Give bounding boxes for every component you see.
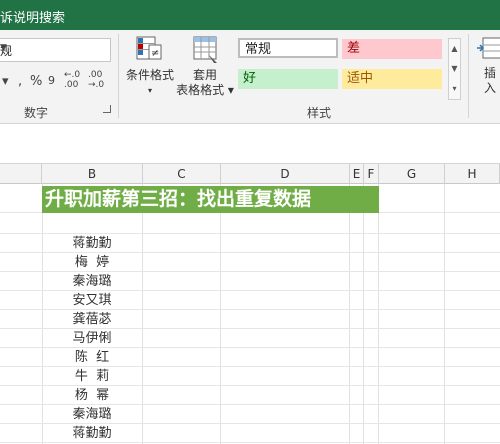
cell-name[interactable]: 秦海璐	[42, 405, 142, 424]
percent-button[interactable]: %	[30, 74, 42, 89]
gridline	[349, 184, 350, 444]
format-as-table-label-2: 表格格式 ▾	[176, 83, 234, 97]
currency-dropdown-icon[interactable]: ▾	[2, 74, 9, 89]
style-good[interactable]: 好	[238, 69, 338, 89]
chevron-down-icon: ▾	[147, 86, 152, 95]
gallery-more-icon[interactable]: ▾	[449, 79, 460, 99]
conditional-formatting-label: 条件格式	[125, 68, 174, 82]
cell-name[interactable]: 马伊俐	[42, 329, 142, 348]
column-header-c[interactable]: C	[143, 164, 221, 184]
gridline	[378, 184, 379, 444]
cell-name[interactable]: 秦海璐	[42, 272, 142, 291]
ribbon: 规 ▼ ▾ , % 9 ←.0 .00 .00 →.0 数字 ≠ 条件格式 ▾	[0, 30, 500, 124]
style-neutral[interactable]: 适中	[342, 69, 442, 89]
tell-me-search[interactable]: 诉说明搜索	[0, 7, 65, 26]
cell-name[interactable]: 龚蓓苾	[42, 310, 142, 329]
comma-style-button[interactable]: ,	[18, 74, 22, 89]
column-header-h[interactable]: H	[445, 164, 500, 184]
gridline	[363, 184, 364, 444]
scroll-down-icon[interactable]: ▼	[449, 59, 460, 79]
chevron-down-icon[interactable]: ▼	[0, 43, 107, 53]
comma-button[interactable]: 9	[48, 74, 55, 87]
styles-gallery-scroll[interactable]: ▲ ▼ ▾	[448, 38, 461, 100]
dialog-launcher-icon[interactable]	[103, 105, 111, 113]
column-header-f[interactable]: F	[364, 164, 379, 184]
number-format-dropdown[interactable]: 规 ▼	[0, 38, 111, 62]
title-banner: 升职加薪第三招：找出重复数据	[42, 186, 379, 213]
title-bar: 诉说明搜索	[0, 0, 500, 30]
column-header-d[interactable]: D	[221, 164, 350, 184]
column-headers: B C D E F G H	[0, 164, 500, 184]
cell-name[interactable]: 陈 红	[42, 348, 142, 367]
style-normal-label: 常规	[245, 42, 272, 57]
column-header-e[interactable]: E	[350, 164, 364, 184]
style-good-label: 好	[243, 71, 257, 86]
cell-name[interactable]: 杨 幂	[42, 386, 142, 405]
divider	[468, 34, 469, 118]
gridline	[142, 184, 143, 444]
cell-name[interactable]: 牛 莉	[42, 367, 142, 386]
cell-name[interactable]: 蒋勤勤	[42, 234, 142, 253]
insert-cells-button[interactable]: 插入	[474, 34, 500, 98]
insert-label: 插入	[484, 66, 497, 95]
insert-cells-icon	[477, 37, 500, 59]
style-neutral-label: 适中	[347, 71, 374, 86]
cell-name[interactable]: 蒋勤勤	[42, 424, 142, 443]
gridline	[444, 184, 445, 444]
gridline	[220, 184, 221, 444]
column-header-g[interactable]: G	[379, 164, 445, 184]
conditional-formatting-button[interactable]: ≠ 条件格式 ▾	[122, 34, 178, 98]
divider	[118, 34, 119, 118]
cell-name[interactable]: 梅 婷	[42, 253, 142, 272]
scroll-up-icon[interactable]: ▲	[449, 39, 460, 59]
conditional-formatting-icon: ≠	[136, 36, 162, 60]
styles-group-label: 样式	[307, 106, 332, 120]
format-as-table-icon	[193, 36, 217, 63]
column-header-b[interactable]: B	[42, 164, 143, 184]
increase-decimal-button[interactable]: ←.0 .00	[64, 70, 86, 90]
style-bad[interactable]: 差	[342, 39, 442, 59]
cell-name[interactable]: 安又琪	[42, 291, 142, 310]
format-as-table-label-1: 套用	[192, 68, 217, 82]
corner-select-all[interactable]	[0, 164, 42, 184]
style-bad-label: 差	[347, 41, 361, 56]
formula-area	[0, 124, 500, 164]
decrease-decimal-button[interactable]: .00 →.0	[88, 70, 110, 90]
number-group-label: 数字	[24, 106, 49, 120]
style-normal[interactable]: 常规	[238, 38, 338, 58]
svg-text:≠: ≠	[151, 48, 159, 59]
format-as-table-button[interactable]: 套用 表格格式 ▾	[176, 34, 234, 98]
